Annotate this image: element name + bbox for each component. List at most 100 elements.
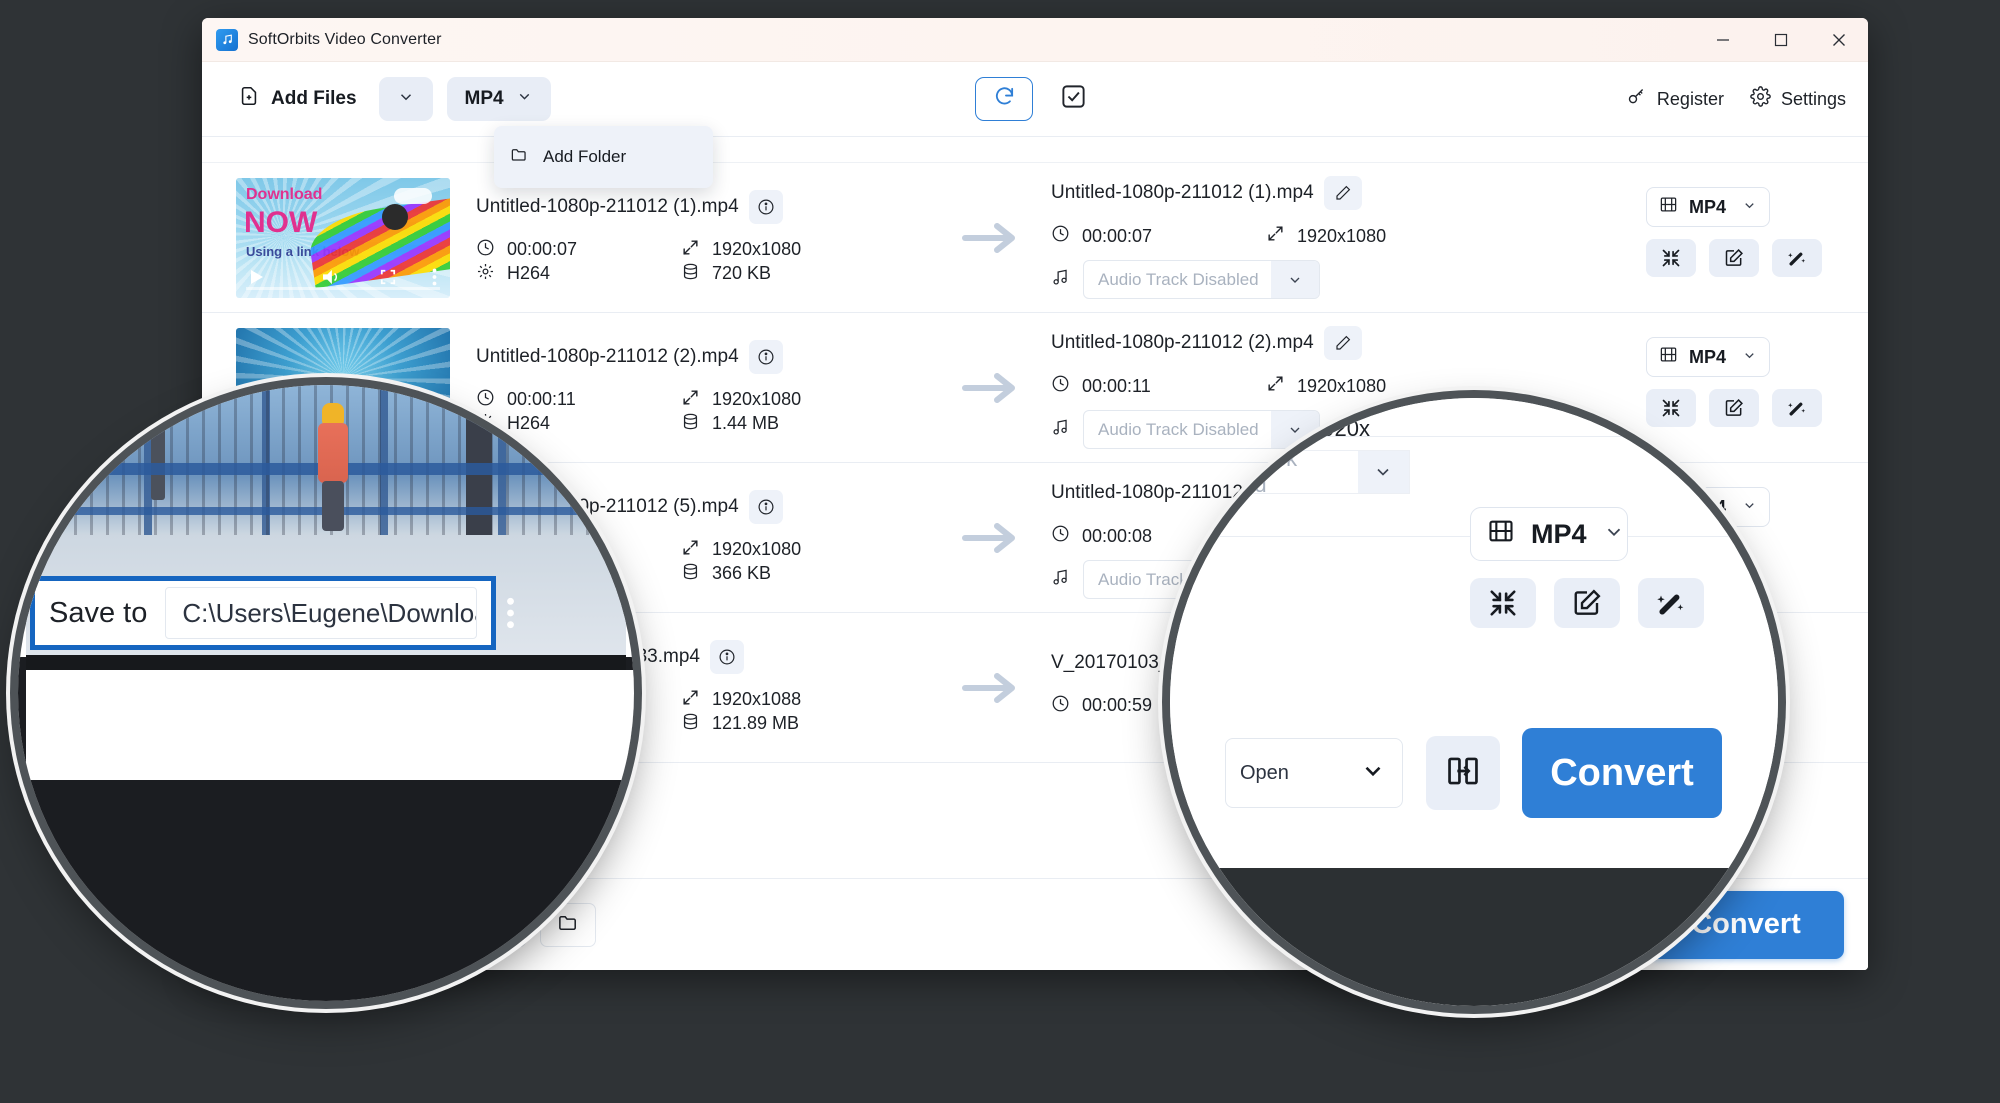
chevron-down-icon[interactable] [1603,519,1625,550]
resolution-value: 1920x1080 [712,539,802,559]
add-files-button[interactable]: Add Files [224,77,371,121]
chevron-down-icon[interactable] [1742,197,1757,218]
database-icon [681,712,700,736]
magnified-convert-button[interactable]: Convert [1522,728,1722,818]
codec-value: H264 [507,263,551,283]
dest-filename: Untitled-1080p-211012 (2).mp4 [1051,332,1314,353]
fullscreen-icon[interactable] [380,269,396,285]
add-folder-label: Add Folder [543,147,627,166]
edit-square-icon[interactable] [1554,578,1620,628]
chevron-down-icon[interactable] [1360,758,1386,789]
clock-icon [1051,224,1070,248]
register-button[interactable]: Register [1626,86,1724,112]
resolution-cell: 1920x1080 [681,388,886,412]
checkbox-check-icon [1060,83,1087,115]
source-filename: Untitled-1080p-211012 (2).mp4 [476,345,739,367]
duration-value: 00:00:07 [507,239,578,259]
save-to-path-field[interactable]: C:\Users\Eugene\Downloads [165,587,477,639]
filesize-cell: 720 KB [681,262,886,286]
refresh-button[interactable] [975,77,1033,121]
magnified-row-area: :00:08 1920x Audio Track Disabled MP4 [1170,398,1778,698]
register-label: Register [1656,88,1724,109]
add-files-dropdown-toggle[interactable] [378,77,433,121]
codec-cell: H264 [476,262,681,286]
compress-icon[interactable] [1646,239,1696,277]
chevron-down-icon[interactable] [1357,451,1409,493]
row-format-button[interactable]: MP4 [1646,187,1770,227]
magnified-action-buttons [1470,578,1704,628]
close-button[interactable] [1810,18,1868,62]
table-row[interactable]: Download NOW Using a link below Untitled… [202,163,1868,313]
edit-square-icon[interactable] [1709,239,1759,277]
audio-track-value: Audio Track Disabled [1098,269,1259,289]
refresh-icon [993,85,1016,113]
dest-filename: Untitled-1080p-211012 (1).mp4 [1051,182,1314,203]
chevron-down-icon[interactable] [1742,347,1757,368]
minimize-button[interactable] [1694,18,1752,62]
row-format-button[interactable]: MP4 [1646,337,1770,377]
chevron-down-icon[interactable] [1271,261,1319,298]
menu-item-add-folder[interactable]: Add Folder [494,145,713,169]
magnifier-dark-backdrop [1170,868,1778,1006]
divider [1170,436,1778,437]
pencil-icon[interactable] [1323,326,1362,360]
magic-wand-icon[interactable] [1772,389,1822,427]
row-format-label: MP4 [1689,346,1727,367]
filesize-value: 1.44 MB [712,413,780,433]
more-vertical-icon[interactable] [506,596,515,635]
info-icon[interactable] [748,339,783,374]
dest-meta-row: 00:00:11 1920x1080 [1051,374,1551,398]
add-files-dropdown-menu[interactable]: Add Folder [494,126,713,188]
chevron-down-icon [516,88,533,111]
magic-wand-icon[interactable] [1638,578,1704,628]
source-filename: Untitled-1080p-211012 (1).mp4 [476,195,739,217]
magnified-bottom-bar: Open Convert [1170,698,1778,1006]
dest-duration-value: 00:00:08 [1082,525,1153,546]
magnified-format-button[interactable]: MP4 [1470,507,1628,561]
maximize-button[interactable] [1752,18,1810,62]
film-icon [1659,195,1678,219]
magnified-merge-button[interactable] [1426,736,1500,810]
database-icon [681,562,700,586]
settings-button[interactable]: Settings [1750,86,1846,112]
output-format-selector[interactable]: MP4 [446,77,551,121]
save-to-label: Save to [49,596,148,629]
resolution-value: 1920x1080 [712,239,802,259]
info-icon[interactable] [748,189,783,224]
tree-trunk [151,385,165,500]
compress-icon[interactable] [1470,578,1536,628]
screenshot-root: SoftOrbits Video Converter Add Files MP4… [0,0,2000,1103]
thumbnail-controls[interactable] [236,256,450,298]
more-vertical-icon[interactable] [432,268,437,286]
database-icon [681,262,700,286]
info-icon[interactable] [748,489,783,524]
dest-duration-value: 00:00:11 [1082,375,1151,396]
resolution-value: 1920x1080 [712,389,802,409]
window-controls [1694,18,1868,62]
row-action-buttons [1646,239,1846,277]
magnified-open-select[interactable]: Open [1225,738,1403,808]
select-all-button[interactable] [1051,77,1095,121]
key-icon [1626,86,1647,112]
resolution-value: 1920x1088 [712,689,802,709]
thumbnail-progress[interactable] [246,286,440,290]
music-note-icon [1051,268,1070,292]
dest-duration-value: 00:00:59 [1082,695,1153,715]
volume-icon[interactable] [322,269,340,285]
database-icon [681,412,700,436]
magnified-audio-select[interactable]: Audio Track Disabled [1170,446,1410,497]
merge-icon [1446,754,1480,793]
video-thumbnail[interactable]: Download NOW Using a link below [236,177,450,298]
info-icon[interactable] [709,639,744,674]
dest-duration-cell: 00:00:07 [1051,224,1266,248]
folder-icon [510,145,529,169]
play-icon[interactable] [250,269,264,285]
resolution-cell: 1920x1080 [681,538,886,562]
magic-wand-icon[interactable] [1772,239,1822,277]
filesize-value: 366 KB [712,563,772,583]
pencil-icon[interactable] [1323,176,1362,210]
filesize-cell: 366 KB [681,562,886,586]
filesize-cell: 121.89 MB [681,712,886,736]
audio-track-select[interactable]: Audio Track Disabled [1083,260,1320,299]
source-meta-row-2: H264 720 KB [476,262,931,286]
